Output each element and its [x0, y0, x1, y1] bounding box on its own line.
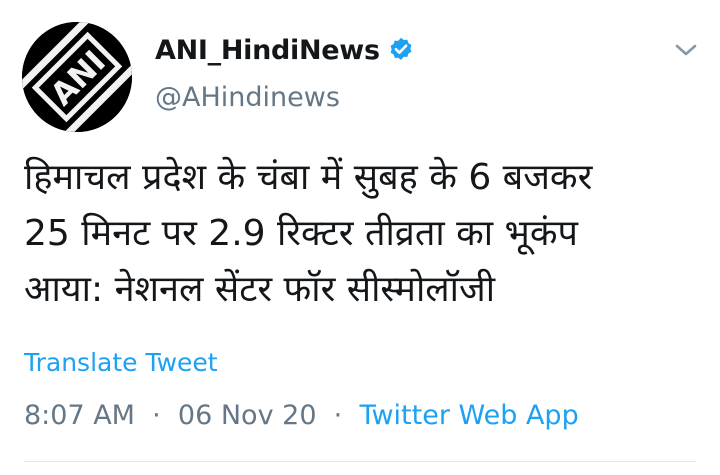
tweet-time[interactable]: 8:07 AM [24, 400, 135, 431]
meta-separator: · [143, 400, 170, 431]
meta-separator: · [325, 400, 351, 431]
translate-tweet-link[interactable]: Translate Tweet [24, 348, 218, 377]
divider [24, 461, 696, 462]
tweet-card: ANI ANI_HindiNews @AHindinews हिमाचल प्र… [0, 0, 720, 475]
tweet-text-line: आया: नेशनल सेंटर फॉर सीस्मोलॉजी [24, 269, 496, 310]
display-name[interactable]: ANI_HindiNews [155, 35, 380, 66]
tweet-date[interactable]: 06 Nov 20 [178, 400, 317, 431]
chevron-down-icon[interactable] [672, 36, 700, 64]
tweet-text-line: 25 मिनट पर 2.9 रिक्टर तीव्रता का भूकंप [24, 213, 578, 254]
ani-logo: ANI [22, 22, 132, 132]
tweet-source-link[interactable]: Twitter Web App [359, 400, 578, 431]
tweet-text-line: हिमाचल प्रदेश के चंबा में सुबह के 6 बजकर [24, 157, 593, 198]
tweet-text: हिमाचल प्रदेश के चंबा में सुबह के 6 बजकर… [24, 150, 704, 318]
verified-badge-icon [387, 36, 415, 64]
tweet-meta: 8:07 AM · 06 Nov 20 · Twitter Web App [24, 400, 579, 431]
name-row: ANI_HindiNews [155, 32, 415, 68]
user-handle[interactable]: @AHindinews [155, 82, 340, 113]
avatar[interactable]: ANI [22, 22, 132, 132]
